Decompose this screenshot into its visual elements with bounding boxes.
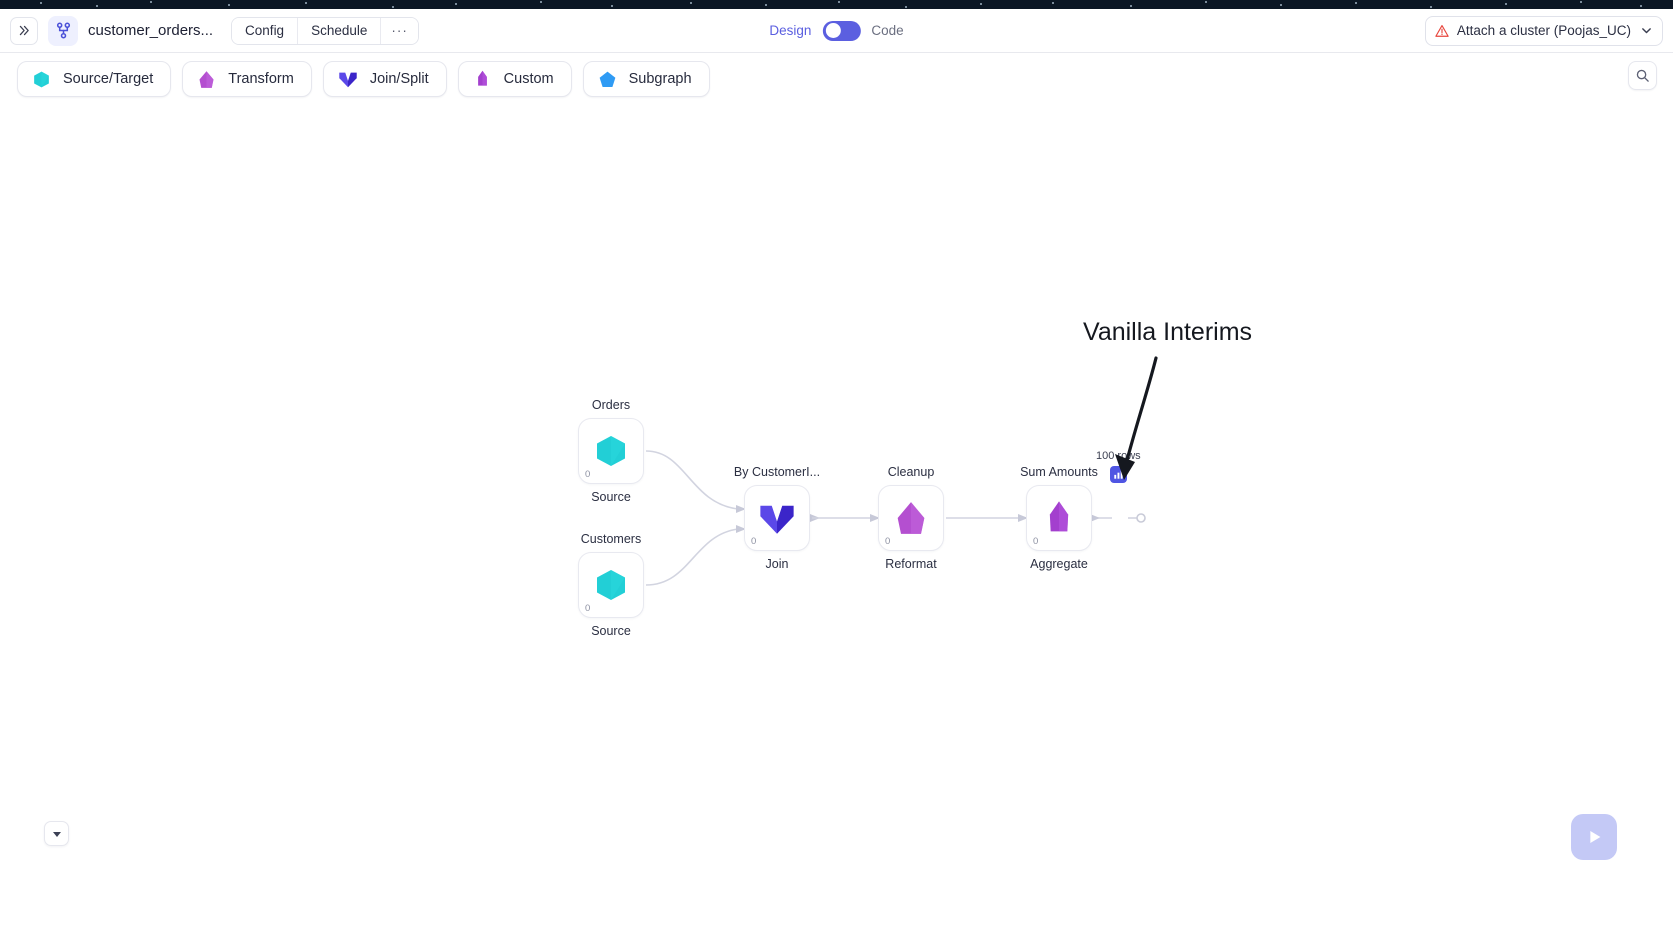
palette-label: Source/Target (63, 71, 154, 87)
play-icon (1590, 831, 1601, 843)
pipeline-app-badge[interactable] (48, 15, 78, 46)
code-mode-label[interactable]: Code (871, 23, 903, 38)
crystal-icon (1049, 501, 1069, 532)
design-code-toggle[interactable] (822, 20, 861, 41)
node-subtitle: Source (591, 624, 631, 638)
component-palette-toolbar: Source/Target Transform Join/Split Custo… (0, 53, 1673, 105)
schedule-button[interactable]: Schedule (298, 17, 382, 44)
node-title: Sum Amounts (1020, 465, 1098, 479)
node-card[interactable]: 0 (578, 552, 644, 618)
pipeline-node-cleanup[interactable]: Cleanup 0 Reformat (878, 465, 944, 571)
run-pipeline-button[interactable] (1571, 814, 1617, 860)
node-subtitle: Source (591, 490, 631, 504)
palette-label: Join/Split (369, 71, 429, 87)
attach-cluster-label: Attach a cluster (Poojas_UC) (1456, 23, 1631, 38)
attach-cluster-button[interactable]: Attach a cluster (Poojas_UC) (1424, 15, 1663, 46)
page-title: customer_orders... (88, 22, 214, 39)
more-options-button[interactable]: ··· (381, 17, 418, 44)
palette-label: Subgraph (628, 71, 692, 87)
palette-item-source-target[interactable]: Source/Target (17, 61, 172, 97)
toggle-knob (825, 23, 841, 38)
node-subtitle: Reformat (885, 557, 937, 571)
node-card[interactable]: 0 (1026, 485, 1092, 551)
hexagon-icon (34, 71, 49, 87)
node-row-count: 0 (585, 469, 591, 480)
node-row-count: 0 (885, 536, 891, 547)
node-card[interactable]: 0 (878, 485, 944, 551)
caret-down-icon (52, 831, 61, 837)
canvas-search-button[interactable] (1628, 61, 1657, 90)
hexagon-icon (597, 570, 625, 600)
palette-label: Custom (503, 71, 554, 87)
expand-sidebar-button[interactable] (10, 16, 38, 45)
pipeline-node-orders[interactable]: Orders 0 Source (578, 398, 644, 504)
hand-drawn-arrow-icon (1115, 356, 1158, 480)
pipeline-canvas[interactable]: Orders 0 Source Customers 0 Source By Cu… (0, 105, 1673, 938)
pentagon-up-icon (199, 70, 214, 88)
config-button[interactable]: Config (232, 17, 299, 44)
pipeline-graph-icon (56, 22, 70, 39)
node-subtitle: Join (765, 557, 789, 571)
node-subtitle: Aggregate (1030, 557, 1088, 571)
palette-item-join-split[interactable]: Join/Split (322, 61, 447, 97)
node-row-count: 0 (751, 536, 757, 547)
node-row-count: 0 (585, 603, 591, 614)
node-title: Cleanup (887, 465, 935, 479)
node-row-count: 0 (1033, 536, 1039, 547)
palette-item-custom[interactable]: Custom (457, 61, 572, 97)
annotation-text: Vanilla Interims (1083, 318, 1253, 346)
node-title: By CustomerI... (733, 465, 821, 479)
chevron-down-icon (1642, 28, 1651, 34)
palette-label: Transform (228, 71, 294, 87)
warning-triangle-icon (1435, 24, 1449, 37)
header-segment-group: Config Schedule ··· (231, 16, 419, 45)
pentagon-up-icon (897, 502, 925, 534)
node-title: Customers (580, 532, 642, 546)
search-icon (1636, 69, 1649, 82)
node-title: Orders (591, 398, 631, 412)
os-chrome-strip (0, 0, 1673, 9)
node-card[interactable]: 0 (744, 485, 810, 551)
pipeline-node-sum-amounts[interactable]: Sum Amounts 0 Aggregate (1020, 465, 1098, 571)
node-card[interactable]: 0 (578, 418, 644, 484)
chevron-double-right-icon (19, 25, 29, 36)
chevron-merge-icon (339, 72, 357, 88)
design-code-toggle-group: Design Code (769, 20, 904, 41)
palette-item-subgraph[interactable]: Subgraph (582, 61, 710, 97)
pipeline-node-join[interactable]: By CustomerI... 0 Join (734, 465, 820, 571)
chevron-merge-icon (760, 505, 794, 534)
design-mode-label[interactable]: Design (769, 23, 811, 38)
pipeline-node-customers[interactable]: Customers 0 Source (578, 532, 644, 638)
pipeline-edges (645, 450, 1146, 586)
crystal-icon (477, 70, 487, 86)
canvas-zoom-menu-button[interactable] (44, 821, 69, 846)
app-header: customer_orders... Config Schedule ··· D… (0, 9, 1673, 53)
hexagon-icon (597, 436, 625, 466)
pentagon-icon (599, 71, 615, 87)
palette-item-transform[interactable]: Transform (182, 61, 312, 97)
header-right-group: Attach a cluster (Poojas_UC) (1424, 15, 1663, 46)
